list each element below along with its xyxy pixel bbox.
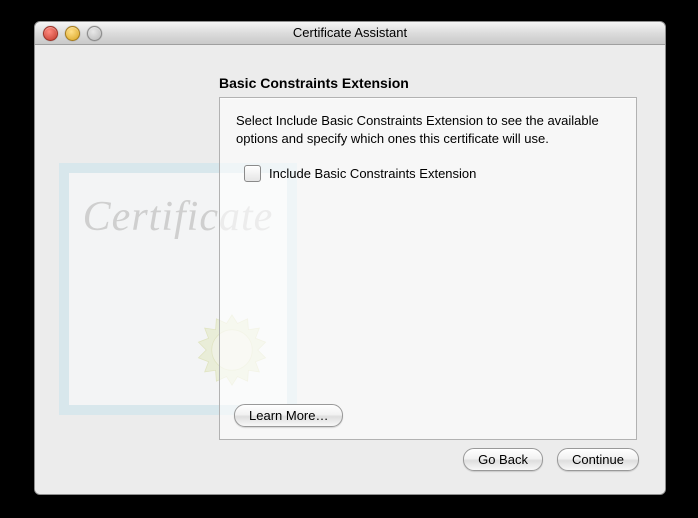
window-title: Certificate Assistant (293, 25, 407, 40)
go-back-button[interactable]: Go Back (463, 448, 543, 471)
continue-button[interactable]: Continue (557, 448, 639, 471)
zoom-icon (87, 26, 102, 41)
traffic-lights (43, 26, 102, 41)
content-area: Certificate Basic Constraints Extension … (35, 45, 665, 495)
window-frame: Certificate Assistant Certificate Basic … (34, 21, 666, 495)
include-constraints-row[interactable]: Include Basic Constraints Extension (244, 165, 620, 182)
include-constraints-label: Include Basic Constraints Extension (269, 166, 476, 181)
description-text: Select Include Basic Constraints Extensi… (236, 112, 620, 147)
main-panel: Select Include Basic Constraints Extensi… (219, 97, 637, 440)
close-icon[interactable] (43, 26, 58, 41)
minimize-icon[interactable] (65, 26, 80, 41)
learn-more-button[interactable]: Learn More… (234, 404, 343, 427)
wizard-button-row: Go Back Continue (463, 448, 639, 471)
page-heading: Basic Constraints Extension (219, 75, 409, 91)
titlebar[interactable]: Certificate Assistant (35, 22, 665, 45)
include-constraints-checkbox[interactable] (244, 165, 261, 182)
